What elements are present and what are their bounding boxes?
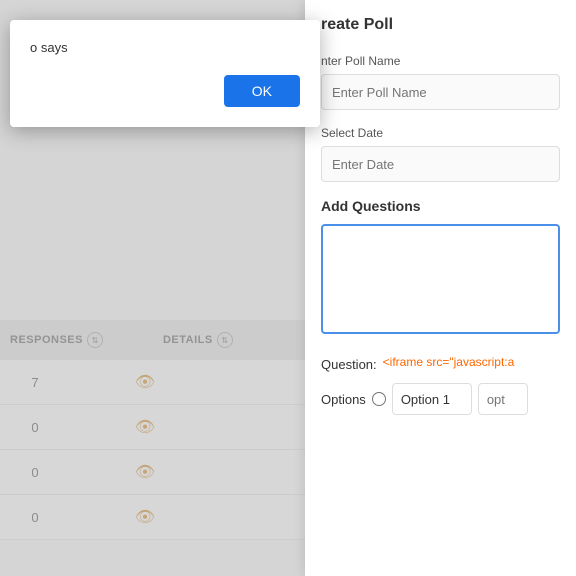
poll-name-label: nter Poll Name — [321, 54, 560, 68]
poll-name-input[interactable] — [321, 74, 560, 110]
options-row: Options — [321, 383, 560, 415]
create-poll-panel: reate Poll nter Poll Name Select Date Ad… — [305, 0, 576, 576]
alert-ok-button[interactable]: OK — [224, 75, 300, 107]
date-input[interactable] — [321, 146, 560, 182]
options-label: Options — [321, 392, 366, 407]
alert-text: o says — [30, 40, 300, 55]
option2-input[interactable] — [478, 383, 528, 415]
option1-input[interactable] — [392, 383, 472, 415]
alert-dialog: o says OK — [10, 20, 320, 127]
question-textarea[interactable] — [321, 224, 560, 334]
question-value: <iframe src="javascript:a — [383, 351, 560, 373]
panel-title: reate Poll — [321, 16, 560, 34]
add-questions-label: Add Questions — [321, 198, 560, 214]
option1-radio[interactable] — [372, 392, 386, 406]
question-row: Question: <iframe src="javascript:a — [321, 351, 560, 373]
select-date-label: Select Date — [321, 126, 560, 140]
question-label: Question: — [321, 351, 377, 372]
